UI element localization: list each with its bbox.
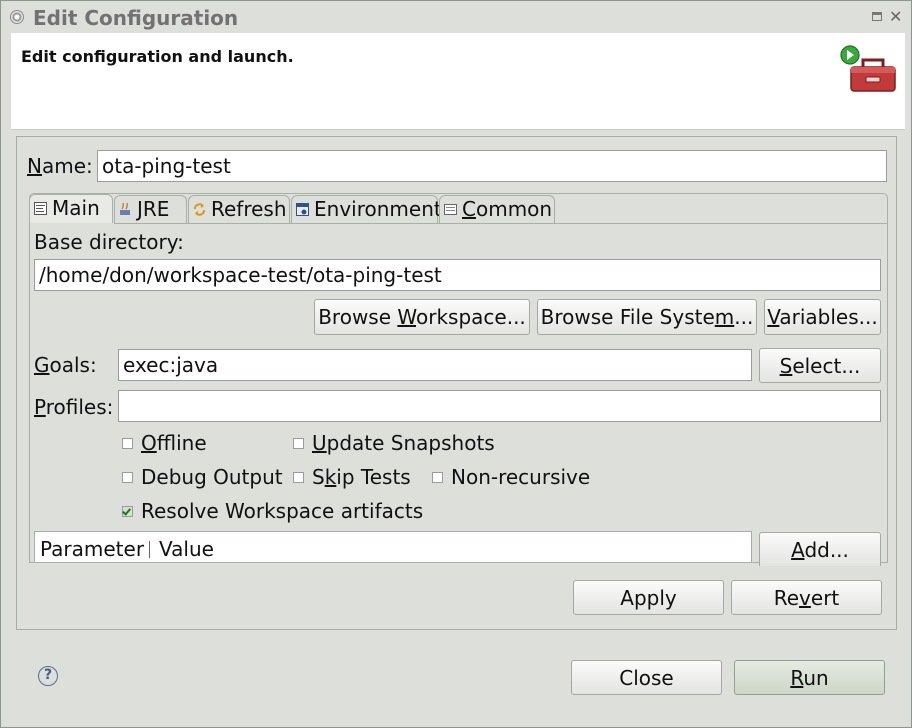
offline-label: Offline (141, 431, 207, 455)
profiles-label: Profiles: (34, 395, 114, 419)
tab-common[interactable]: Common (439, 195, 555, 223)
revert-button[interactable]: Revert (731, 580, 882, 615)
jre-icon (120, 203, 130, 215)
toolbox-run-icon (840, 45, 896, 92)
window-title: Edit Configuration (33, 6, 239, 30)
browse-workspace-button[interactable]: Browse Workspace... (314, 299, 530, 335)
help-icon[interactable]: ? (38, 666, 58, 686)
skip-tests-checkbox[interactable] (293, 472, 304, 483)
maximize-icon[interactable] (872, 12, 882, 21)
debug-output-label: Debug Output (141, 465, 283, 489)
environment-icon (296, 203, 309, 216)
goals-input[interactable] (118, 349, 752, 381)
value-column-header[interactable]: Value (159, 534, 214, 564)
close-button[interactable]: Close (571, 660, 722, 695)
debug-output-checkbox[interactable] (122, 472, 133, 483)
parameter-column-header[interactable]: Parameter (40, 534, 144, 564)
base-directory-input[interactable] (34, 259, 881, 291)
tab-divider (114, 223, 887, 224)
base-directory-label: Base directory: (34, 230, 184, 254)
tab-jre[interactable]: JRE (114, 195, 187, 223)
update-snapshots-checkbox[interactable] (293, 438, 304, 449)
goals-label: Goals: (34, 353, 97, 377)
name-label: Name: (27, 154, 93, 178)
tab-main[interactable]: Main (29, 194, 113, 223)
apply-button[interactable]: Apply (573, 580, 724, 615)
add-parameter-button[interactable]: Add... (759, 532, 881, 566)
non-recursive-label: Non-recursive (451, 465, 591, 489)
resolve-workspace-artifacts-checkbox[interactable] (122, 506, 133, 517)
close-icon[interactable]: ✕ (889, 7, 902, 27)
browse-file-system-button[interactable]: Browse File System... (537, 299, 757, 335)
tab-environment[interactable]: Environment (291, 195, 442, 223)
offline-checkbox[interactable] (122, 438, 133, 449)
tab-common-label: Common (462, 197, 553, 221)
variables-button[interactable]: Variables... (764, 299, 881, 335)
run-button[interactable]: Run (734, 660, 885, 695)
skip-tests-label: Skip Tests (312, 465, 411, 489)
banner-message: Edit configuration and launch. (21, 47, 294, 66)
main-tab-icon (34, 202, 47, 215)
common-icon (444, 204, 457, 215)
update-snapshots-label: Update Snapshots (312, 431, 495, 455)
profiles-input[interactable] (118, 390, 881, 422)
title-bar[interactable]: Edit Configuration ✕ (1, 1, 911, 33)
dialog-banner: Edit configuration and launch. (11, 33, 905, 130)
parameter-table[interactable]: Parameter Value (34, 531, 752, 562)
column-divider[interactable] (149, 541, 150, 558)
refresh-icon (194, 203, 205, 216)
edit-configuration-dialog: Edit Configuration ✕ Edit configuration … (0, 0, 912, 728)
gear-icon (10, 10, 24, 24)
name-input[interactable] (97, 150, 887, 182)
tab-refresh[interactable]: Refresh (188, 195, 290, 223)
select-goals-button[interactable]: Select... (759, 348, 881, 383)
non-recursive-checkbox[interactable] (432, 472, 443, 483)
resolve-workspace-artifacts-label: Resolve Workspace artifacts (141, 499, 424, 523)
